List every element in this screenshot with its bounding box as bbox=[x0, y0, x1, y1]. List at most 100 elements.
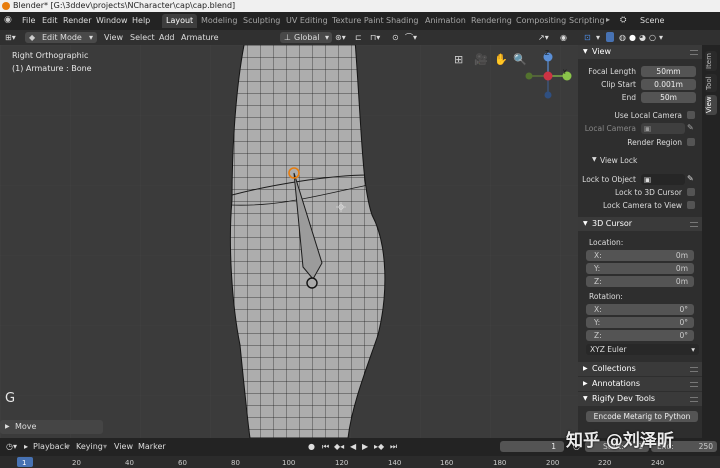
drag-grip-icon[interactable] bbox=[690, 367, 698, 372]
jump-end-icon[interactable]: ⏭ bbox=[390, 441, 397, 452]
workspace-tab-sculpting[interactable]: Sculpting bbox=[239, 14, 284, 28]
camera-view-icon[interactable]: 🎥 bbox=[474, 53, 488, 66]
current-frame-field[interactable]: 1 bbox=[500, 441, 564, 452]
jump-keyframe-forward-icon[interactable]: ▸◆ bbox=[374, 441, 384, 452]
cursor-location-z[interactable]: Z: 0m bbox=[586, 276, 694, 287]
blender-menu-icon[interactable]: ◉ bbox=[4, 15, 12, 25]
use-local-camera-checkbox[interactable] bbox=[687, 111, 695, 119]
grab-indicator: G bbox=[5, 391, 16, 406]
tab-item[interactable]: Item bbox=[705, 51, 717, 71]
drag-grip-icon[interactable] bbox=[690, 50, 698, 55]
xray-active-icon[interactable] bbox=[606, 32, 614, 42]
shading-options-chevron-icon[interactable]: ▾ bbox=[659, 32, 663, 43]
shading-rendered-icon[interactable]: ○ bbox=[649, 32, 656, 43]
drag-grip-icon[interactable] bbox=[690, 397, 698, 402]
xray-toggle-icon[interactable]: ⊡ bbox=[584, 32, 591, 43]
workspace-tab-shading[interactable]: Shading bbox=[382, 14, 423, 28]
eyedropper-icon[interactable]: ✎ bbox=[687, 123, 694, 132]
shading-material-icon[interactable]: ◕ bbox=[639, 32, 646, 43]
editor-type-icon[interactable]: ⊞▾ bbox=[5, 32, 16, 43]
view-panel-header[interactable]: ▼ View bbox=[578, 45, 702, 59]
menu-render[interactable]: Render bbox=[63, 16, 91, 25]
cursor-rotation-x[interactable]: X: 0° bbox=[586, 304, 694, 315]
workspace-chevron-icon[interactable]: ▸ bbox=[606, 15, 610, 24]
bone-tail[interactable] bbox=[306, 277, 318, 289]
ruler-tick: 60 bbox=[178, 459, 187, 467]
gizmo-visibility-icon[interactable]: ↗▾ bbox=[538, 32, 549, 43]
menu-help[interactable]: Help bbox=[132, 16, 150, 25]
rotation-mode-dropdown[interactable]: XYZ Euler ▾ bbox=[586, 344, 699, 355]
jump-start-icon[interactable]: ⏮ bbox=[322, 441, 329, 452]
workspace-tab-modeling[interactable]: Modeling bbox=[197, 14, 241, 28]
timeline-view-menu[interactable]: View bbox=[114, 441, 133, 452]
eyedropper-icon[interactable]: ✎ bbox=[687, 174, 694, 183]
menu-window[interactable]: Window bbox=[96, 16, 128, 25]
workspace-tab-uv-editing[interactable]: UV Editing bbox=[282, 14, 332, 28]
lock-camera-to-view-checkbox[interactable] bbox=[687, 201, 695, 209]
menu-file[interactable]: File bbox=[22, 16, 35, 25]
tab-view[interactable]: View bbox=[705, 95, 717, 115]
lock-to-3d-cursor-checkbox[interactable] bbox=[687, 188, 695, 196]
drag-grip-icon[interactable] bbox=[690, 222, 698, 227]
shading-wireframe-icon[interactable]: ◍ bbox=[619, 32, 626, 43]
clip-start-field[interactable]: 0.001m bbox=[641, 79, 696, 90]
mode-dropdown[interactable]: ◆ Edit Mode ▾ bbox=[25, 32, 97, 43]
timeline-editor-icon[interactable]: ◷▾ bbox=[6, 441, 17, 452]
workspace-tab-rendering[interactable]: Rendering bbox=[467, 14, 516, 28]
collections-panel-header[interactable]: ▶ Collections bbox=[578, 362, 702, 376]
annotations-panel-header[interactable]: ▶ Annotations bbox=[578, 377, 702, 391]
last-operator-panel[interactable]: ▶ Move bbox=[0, 420, 103, 434]
sidebar-panel: ▼ View Focal Length 50mm Clip Start 0.00… bbox=[578, 45, 702, 438]
collapse-triangle-icon: ▼ bbox=[583, 395, 588, 402]
focal-length-field[interactable]: 50mm bbox=[641, 66, 696, 77]
view-lock-triangle-icon[interactable]: ▼ bbox=[592, 156, 597, 163]
menu-view[interactable]: View bbox=[104, 32, 123, 43]
cursor-location-x[interactable]: X: 0m bbox=[586, 250, 694, 261]
workspace-tab-layout[interactable]: Layout bbox=[162, 14, 198, 28]
cursor-rotation-z[interactable]: Z: 0° bbox=[586, 330, 694, 341]
toggle-quad-view-icon[interactable]: ⊞ bbox=[454, 53, 463, 66]
timeline-keying-menu[interactable]: Keying bbox=[76, 441, 103, 452]
transform-orientation-dropdown[interactable]: ⊥ Global ▾ bbox=[280, 32, 332, 43]
timeline-marker-menu[interactable]: Marker bbox=[138, 441, 166, 452]
record-icon[interactable]: ● bbox=[308, 441, 315, 452]
clip-end-field[interactable]: 50m bbox=[641, 92, 696, 103]
drag-grip-icon[interactable] bbox=[690, 382, 698, 387]
shading-solid-icon[interactable]: ● bbox=[629, 32, 636, 43]
zoom-view-icon[interactable]: 🔍 bbox=[513, 53, 527, 66]
3d-viewport[interactable]: Y Z Right Orthographic (1) Armature : Bo… bbox=[0, 45, 578, 438]
3d-cursor-panel-header[interactable]: ▼ 3D Cursor bbox=[578, 217, 702, 231]
render-region-checkbox[interactable] bbox=[687, 138, 695, 146]
cursor-rotation-y[interactable]: Y: 0° bbox=[586, 317, 694, 328]
scene-name[interactable]: Scene bbox=[640, 16, 664, 25]
rigify-dev-tools-panel-header[interactable]: ▼ Rigify Dev Tools bbox=[578, 392, 702, 406]
lock-to-object-field[interactable]: ▣ bbox=[641, 174, 685, 185]
play-icon[interactable]: ▶ bbox=[362, 441, 368, 452]
timeline-collapse-icon[interactable]: ▸ bbox=[24, 441, 28, 452]
pivot-point-icon[interactable]: ⊛▾ bbox=[335, 32, 346, 43]
workspace-tab-animation[interactable]: Animation bbox=[421, 14, 470, 28]
timeline-ruler[interactable]: 1 20 40 60 80 100 120 140 160 180 200 22… bbox=[0, 456, 720, 468]
rigify-dev-tools-panel-title: Rigify Dev Tools bbox=[592, 394, 656, 403]
proportional-falloff-icon[interactable]: ⌒▾ bbox=[405, 32, 417, 43]
timeline-playback-menu[interactable]: Playback bbox=[33, 441, 69, 452]
jump-keyframe-back-icon[interactable]: ◆◂ bbox=[334, 441, 344, 452]
workspace-tab-compositing[interactable]: Compositing bbox=[512, 14, 570, 28]
workspace-tab-scripting[interactable]: Scripting bbox=[565, 14, 609, 28]
play-reverse-icon[interactable]: ◀ bbox=[350, 441, 356, 452]
menu-select[interactable]: Select bbox=[130, 32, 155, 43]
overlay-chevron-icon[interactable]: ▾ bbox=[596, 32, 600, 43]
workspace-tab-texture-paint[interactable]: Texture Paint bbox=[328, 14, 388, 28]
proportional-edit-icon[interactable]: ⊙ bbox=[392, 32, 399, 43]
pan-view-icon[interactable]: ✋ bbox=[494, 53, 508, 66]
menu-edit[interactable]: Edit bbox=[42, 16, 58, 25]
snap-icon[interactable]: ⊏ bbox=[355, 32, 362, 43]
snap-target-icon[interactable]: ⊓▾ bbox=[370, 32, 380, 43]
tab-tool[interactable]: Tool bbox=[705, 74, 717, 92]
overlay-toggle-icon[interactable]: ◉ bbox=[560, 32, 567, 43]
encode-metarig-button[interactable]: Encode Metarig to Python bbox=[586, 411, 698, 422]
local-camera-field[interactable]: ▣ bbox=[641, 123, 685, 134]
cursor-location-y[interactable]: Y: 0m bbox=[586, 263, 694, 274]
menu-armature[interactable]: Armature bbox=[181, 32, 219, 43]
menu-add[interactable]: Add bbox=[159, 32, 175, 43]
